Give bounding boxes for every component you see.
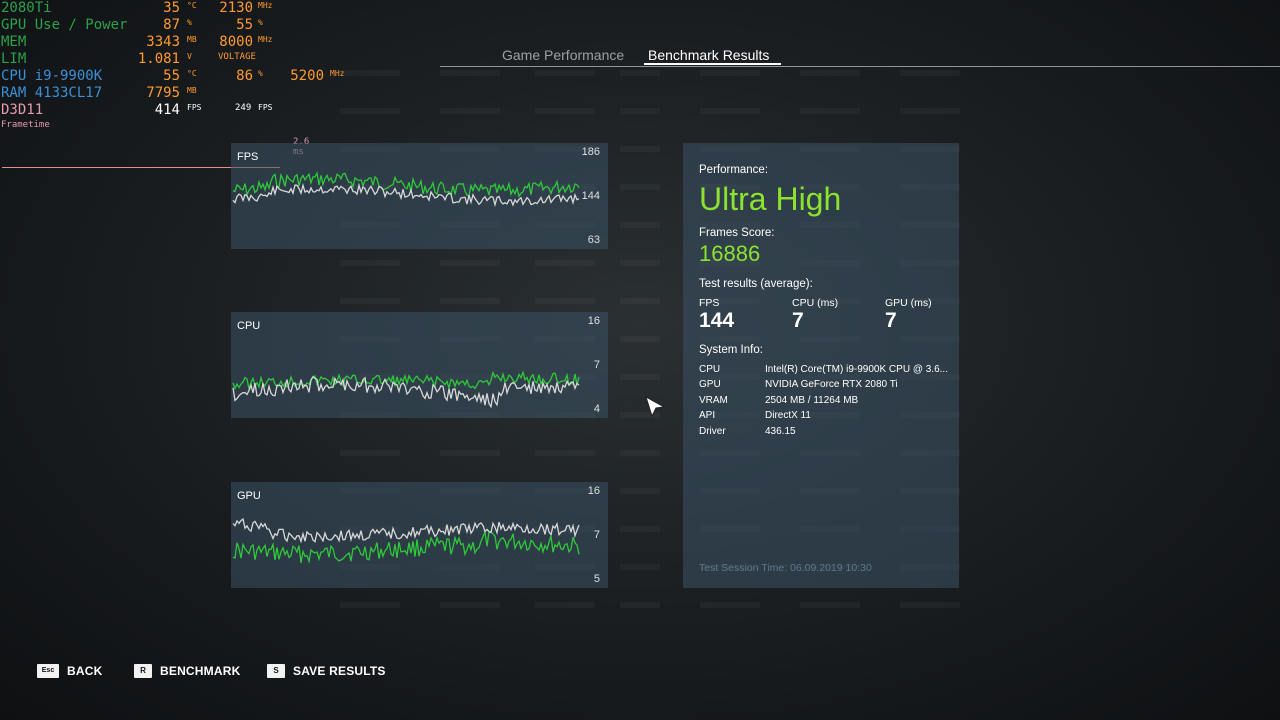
- osd-gpu-clock: 2130: [219, 0, 253, 16]
- cpu-graph: CPU 16 7 4: [231, 312, 608, 418]
- osd-gpu-use-unit: %: [187, 18, 192, 27]
- osd-fps-unit: FPS: [187, 103, 202, 112]
- back-button[interactable]: Esc BACK: [37, 664, 102, 678]
- osd-cpu-clock: 5200: [290, 68, 324, 84]
- osd-voltage-label: VOLTAGE: [218, 52, 256, 62]
- osd-cpu-clock-unit: MHz: [330, 69, 345, 78]
- gpu-graph-avg-label: 7: [593, 529, 600, 541]
- gpu-graph: GPU 16 7 5: [231, 482, 608, 588]
- fps-graph-min-label: 63: [587, 234, 600, 246]
- test-session-time: Test Session Time: 06.09.2019 10:30: [699, 562, 872, 574]
- osd-frametime-label: Frametime: [1, 120, 50, 130]
- active-tab-indicator: [644, 63, 781, 65]
- sysinfo-driver-value: 436.15: [765, 426, 796, 437]
- gpu-graph-min-label: 5: [593, 573, 600, 585]
- s-key-icon: S: [267, 664, 285, 678]
- cpu-graph-plot: [232, 370, 580, 409]
- osd-ram-used-unit: MB: [187, 86, 197, 95]
- cpu-graph-max-label: 16: [587, 315, 600, 327]
- save-results-button[interactable]: S SAVE RESULTS: [267, 664, 386, 678]
- osd-mem-clock-unit: MHz: [258, 35, 273, 44]
- cpu-graph-min-label: 4: [593, 403, 600, 415]
- fps-graph: FPS 186 144 63: [231, 143, 608, 249]
- result-fps-head: FPS: [699, 297, 720, 309]
- cpu-graph-title: CPU: [237, 320, 261, 332]
- tab-game-performance[interactable]: Game Performance: [502, 47, 624, 63]
- osd-api-name: D3D11: [1, 102, 44, 118]
- osd-cpu-use-unit: %: [258, 69, 263, 78]
- osd-cpu-use: 86: [236, 68, 253, 84]
- osd-fps2-unit: FPS: [258, 103, 273, 112]
- osd-gpu-clock-unit: MHz: [258, 1, 273, 10]
- tab-benchmark-results[interactable]: Benchmark Results: [648, 47, 769, 63]
- osd-gpu-power: 55: [236, 17, 253, 33]
- osd-ram-used: 7795: [146, 85, 180, 101]
- result-fps-value: 144: [699, 309, 735, 332]
- osd-cpu-name: CPU i9-9900K: [1, 68, 103, 84]
- osd-voltage-unit: V: [187, 52, 192, 61]
- performance-value: Ultra High: [699, 181, 842, 217]
- osd-mem-used: 3343: [146, 34, 180, 50]
- benchmark-label: BENCHMARK: [160, 664, 241, 678]
- test-results-label: Test results (average):: [699, 278, 813, 290]
- sysinfo-driver-key: Driver: [699, 426, 726, 437]
- osd-mem-clock: 8000: [219, 34, 253, 50]
- result-gpu-head: GPU (ms): [885, 297, 932, 309]
- frames-score-value: 16886: [699, 241, 761, 266]
- osd-lim-label: LIM: [1, 51, 27, 67]
- sysinfo-api-key: API: [699, 410, 716, 421]
- sysinfo-api-value: DirectX 11: [765, 410, 811, 421]
- osd-cpu-temp-unit: °C: [187, 69, 197, 78]
- cpu-graph-avg-label: 7: [593, 359, 600, 371]
- save-results-label: SAVE RESULTS: [293, 664, 386, 678]
- gpu-graph-max-label: 16: [587, 485, 600, 497]
- r-key-icon: R: [134, 664, 152, 678]
- osd-gpu-temp: 35: [163, 0, 180, 16]
- tab-bar-divider: [440, 66, 1280, 67]
- back-label: BACK: [67, 664, 103, 678]
- osd-gpu-use-label: GPU Use / Power: [1, 17, 128, 33]
- osd-ram-name: RAM 4133CL17: [1, 85, 103, 101]
- osd-gpu-power-unit: %: [258, 18, 263, 27]
- osd-mem-used-unit: MB: [187, 35, 197, 44]
- osd-gpu-temp-unit: °C: [187, 1, 197, 10]
- benchmark-results-panel: Performance: Ultra High Frames Score: 16…: [683, 143, 959, 588]
- sysinfo-gpu-key: GPU: [699, 379, 721, 390]
- gpu-graph-plot: [232, 518, 580, 564]
- osd-fps: 414: [154, 102, 180, 118]
- performance-label: Performance:: [699, 164, 769, 176]
- sysinfo-cpu-key: CPU: [699, 364, 721, 375]
- result-gpu-value: 7: [885, 309, 897, 332]
- result-cpu-head: CPU (ms): [792, 297, 839, 309]
- result-cpu-value: 7: [792, 309, 804, 332]
- osd-fps2: 249: [235, 103, 252, 113]
- system-info-label: System Info:: [699, 344, 763, 356]
- fps-graph-max-label: 186: [581, 146, 600, 158]
- osd-cpu-temp: 55: [163, 68, 180, 84]
- fps-graph-plot: [232, 171, 580, 208]
- osd-voltage: 1.081: [137, 51, 180, 67]
- sysinfo-vram-value: 2504 MB / 11264 MB: [765, 395, 859, 406]
- sysinfo-cpu-value: Intel(R) Core(TM) i9-9900K CPU @ 3.6...: [765, 364, 948, 375]
- sysinfo-gpu-value: NVIDIA GeForce RTX 2080 Ti: [765, 379, 898, 390]
- esc-key-icon: Esc: [37, 664, 59, 678]
- fps-graph-title: FPS: [237, 151, 259, 163]
- benchmark-button[interactable]: R BENCHMARK: [134, 664, 240, 678]
- frames-score-label: Frames Score:: [699, 227, 775, 239]
- fps-graph-avg-label: 144: [581, 190, 600, 202]
- mouse-cursor-icon: [645, 395, 666, 418]
- osd-gpu-use: 87: [163, 17, 180, 33]
- gpu-graph-title: GPU: [237, 490, 261, 502]
- osd-mem-label: MEM: [1, 34, 27, 50]
- sysinfo-vram-key: VRAM: [699, 395, 728, 406]
- osd-gpu-name: 2080Ti: [1, 0, 52, 16]
